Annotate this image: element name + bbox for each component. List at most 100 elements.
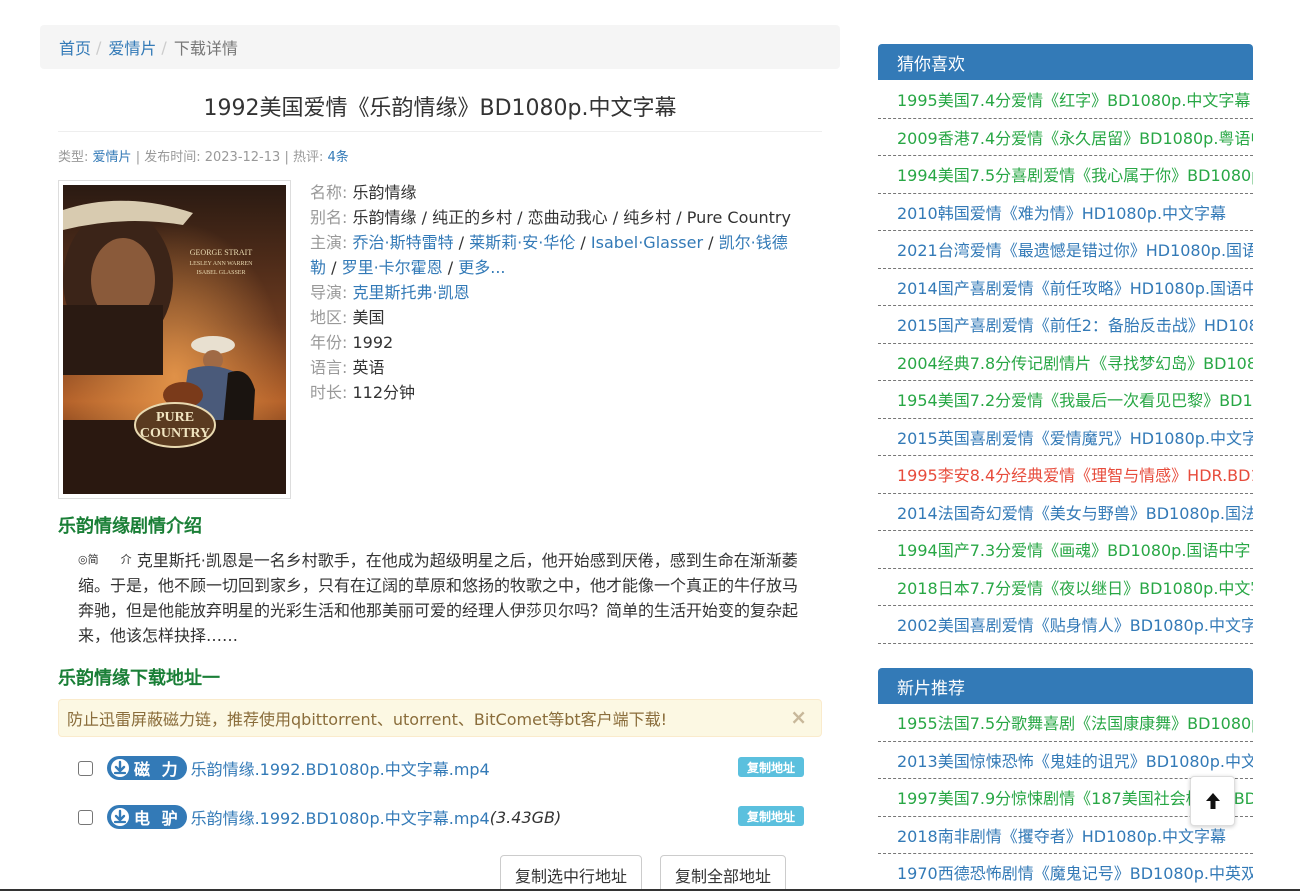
type-link[interactable]: 爱情片 <box>93 150 132 165</box>
download-notice-text: 防止迅雷屏蔽磁力链，推荐使用qbittorrent、utorrent、BitCo… <box>67 710 668 729</box>
download-file-link[interactable]: 乐韵情缘.1992.BD1080p.中文字幕.mp4 <box>191 756 490 780</box>
download-file-link[interactable]: 乐韵情缘.1992.BD1080p.中文字幕.mp4 <box>191 805 490 829</box>
arrow-up-icon <box>1205 793 1220 809</box>
list-item: 2013美国惊悚恐怖《鬼娃的诅咒》BD1080p.中文字幕 <box>878 742 1253 779</box>
poster-logo-line1: PURE <box>156 410 194 425</box>
movie-link[interactable]: 2018日本7.7分爱情《夜以继日》BD1080p.中文字幕 <box>897 575 1253 599</box>
movie-link[interactable]: 1954美国7.2分爱情《我最后一次看见巴黎》BD1080p.中文字幕 <box>897 387 1253 411</box>
movie-link[interactable]: 2021台湾爱情《最遗憾是错过你》HD1080p.国语中字 <box>897 237 1253 261</box>
comments-label: | 热评: <box>284 150 324 165</box>
list-item: 2014法国奇幻爱情《美女与野兽》BD1080p.国法双语中字 <box>878 494 1253 531</box>
cast-more-link[interactable]: 更多... <box>458 258 505 277</box>
cast-link[interactable]: 罗里·卡尔霍恩 <box>342 258 443 277</box>
copy-all-button[interactable]: 复制全部地址 <box>660 855 787 891</box>
download-arrow-icon <box>111 759 129 777</box>
breadcrumb-category-link[interactable]: 爱情片 <box>108 35 156 59</box>
movie-link[interactable]: 2004经典7.8分传记剧情片《寻找梦幻岛》BD1080p.中文字幕 <box>897 350 1253 374</box>
cast-link[interactable]: Isabel·Glasser <box>591 233 703 252</box>
director-link[interactable]: 克里斯托弗·凯恩 <box>353 283 470 302</box>
magnet-badge[interactable]: 磁 力 <box>107 756 187 780</box>
movie-link[interactable]: 2009香港7.4分爱情《永久居留》BD1080p.粤语中字 <box>897 125 1253 149</box>
date-value: 2023-12-13 <box>204 150 281 165</box>
download-arrow-icon <box>111 808 129 826</box>
list-item: 1995美国7.4分爱情《红字》BD1080p.中文字幕 <box>878 81 1253 119</box>
poster-logo-line2: COUNTRY <box>140 426 210 441</box>
cast-link[interactable]: 莱斯莉·安·华伦 <box>469 233 575 252</box>
page-title: 1992美国爱情《乐韵情缘》BD1080p.中文字幕 <box>203 96 677 121</box>
info-year-value: 1992 <box>352 333 394 352</box>
list-item: 1995李安8.4分经典爱情《理智与情感》HDR.BD1080p.中文字幕 <box>878 456 1253 494</box>
list-item: 2018日本7.7分爱情《夜以继日》BD1080p.中文字幕 <box>878 569 1253 606</box>
post-meta: 类型: 爱情片 | 发布时间: 2023-12-13 | 热评: 4条 <box>58 146 349 165</box>
breadcrumb-separator: / <box>96 37 102 57</box>
movie-link[interactable]: 2002美国喜剧爱情《贴身情人》BD1080p.中文字幕 <box>897 612 1253 636</box>
movie-link[interactable]: 2015英国喜剧爱情《爱情魔咒》HD1080p.中文字幕 <box>897 425 1253 449</box>
movie-link[interactable]: 2014法国奇幻爱情《美女与野兽》BD1080p.国法双语中字 <box>897 500 1253 524</box>
info-cast-label: 主演: <box>310 233 348 252</box>
movie-link[interactable]: 2018南非剧情《攫夺者》HD1080p.中文字幕 <box>897 823 1226 847</box>
download-checkbox[interactable] <box>78 760 93 776</box>
breadcrumb-current: 下载详情 <box>173 39 238 58</box>
movie-link[interactable]: 1970西德恐怖剧情《魔鬼记号》BD1080p.中英双字 <box>897 860 1253 884</box>
movie-link[interactable]: 2013美国惊悚恐怖《鬼娃的诅咒》BD1080p.中文字幕 <box>897 748 1253 772</box>
new-releases-heading: 新片推荐 <box>878 668 1253 704</box>
magnet-badge-label: 磁 力 <box>134 760 181 779</box>
info-director-label: 导演: <box>310 283 348 302</box>
copy-address-button[interactable]: 复制地址 <box>737 757 804 777</box>
synopsis-text: ◎简 介 克里斯托·凯恩是一名乡村歌手，在他成为超级明星之后，他开始感到厌倦，感… <box>78 547 808 648</box>
movie-link[interactable]: 1995美国7.4分爱情《红字》BD1080p.中文字幕 <box>897 87 1250 111</box>
info-duration-value: 112分钟 <box>352 383 416 402</box>
info-duration-row: 时长: 112分钟 <box>310 380 800 405</box>
guess-you-like-heading: 猜你喜欢 <box>878 44 1253 80</box>
title-divider <box>58 131 822 132</box>
cast-link[interactable]: 乔治·斯特雷特 <box>353 233 454 252</box>
info-year-label: 年份: <box>310 333 348 352</box>
download-notice: 防止迅雷屏蔽磁力链，推荐使用qbittorrent、utorrent、BitCo… <box>58 699 822 737</box>
copy-address-button[interactable]: 复制地址 <box>737 806 804 826</box>
movie-link[interactable]: 1955法国7.5分歌舞喜剧《法国康康舞》BD1080p.中文字幕 <box>897 710 1253 734</box>
close-icon[interactable]: × <box>790 705 807 729</box>
info-region-label: 地区: <box>310 308 348 327</box>
list-item: 2010韩国爱情《难为情》HD1080p.中文字幕 <box>878 194 1253 231</box>
movie-info: 名称: 乐韵情缘 别名: 乐韵情缘 / 纯正的乡村 / 恋曲动我心 / 纯乡村 … <box>310 180 800 405</box>
list-item: 2009香港7.4分爱情《永久居留》BD1080p.粤语中字 <box>878 119 1253 156</box>
info-alias-label: 别名: <box>310 208 348 227</box>
list-item: 1954美国7.2分爱情《我最后一次看见巴黎》BD1080p.中文字幕 <box>878 381 1253 419</box>
movie-link[interactable]: 1994美国7.5分喜剧爱情《我心属于你》BD1080p.中文字幕 <box>897 162 1253 186</box>
info-name-label: 名称: <box>310 183 348 202</box>
download-row: 电 驴 乐韵情缘.1992.BD1080p.中文字幕.mp4 (3.43GB) … <box>78 802 804 832</box>
copy-selected-button[interactable]: 复制选中行地址 <box>500 855 643 891</box>
info-language-label: 语言: <box>310 358 348 377</box>
movie-link[interactable]: 1995李安8.4分经典爱情《理智与情感》HDR.BD1080p.中文字幕 <box>897 462 1253 486</box>
movie-link[interactable]: 2010韩国爱情《难为情》HD1080p.中文字幕 <box>897 200 1226 224</box>
info-director-row: 导演: 克里斯托弗·凯恩 <box>310 280 800 305</box>
info-language-value: 英语 <box>352 358 385 377</box>
list-item: 2021台湾爱情《最遗憾是错过你》HD1080p.国语中字 <box>878 231 1253 269</box>
list-item: 1955法国7.5分歌舞喜剧《法国康康舞》BD1080p.中文字幕 <box>878 704 1253 742</box>
info-region-value: 美国 <box>352 308 385 327</box>
info-year-row: 年份: 1992 <box>310 330 800 355</box>
breadcrumb-home-link[interactable]: 首页 <box>59 35 91 59</box>
synopsis-body: 克里斯托·凯恩是一名乡村歌手，在他成为超级明星之后，他开始感到厌倦，感到生命在渐… <box>78 551 799 645</box>
guess-you-like-panel: 猜你喜欢 1995美国7.4分爱情《红字》BD1080p.中文字幕 2009香港7… <box>878 44 1253 644</box>
info-region-row: 地区: 美国 <box>310 305 800 330</box>
info-cast-row: 主演: 乔治·斯特雷特 / 莱斯莉·安·华伦 / Isabel·Glasser … <box>310 233 788 277</box>
info-name-row: 名称: 乐韵情缘 <box>310 180 800 205</box>
synopsis-bullet: ◎简 介 <box>78 553 132 566</box>
breadcrumb-separator: / <box>161 37 167 57</box>
download-checkbox[interactable] <box>78 809 93 825</box>
ed2k-badge[interactable]: 电 驴 <box>107 805 187 829</box>
comments-link[interactable]: 4条 <box>327 150 348 165</box>
list-item: 2014国产喜剧爱情《前任攻略》HD1080p.国语中字 <box>878 269 1253 306</box>
file-size: (3.43GB) <box>489 807 562 827</box>
movie-link[interactable]: 1994国产7.3分爱情《画魂》BD1080p.国语中字 <box>897 537 1250 561</box>
movie-poster: GEORGE STRAIT LESLEY ANN WARREN ISABEL G… <box>58 180 291 499</box>
movie-link[interactable]: 2014国产喜剧爱情《前任攻略》HD1080p.国语中字 <box>897 275 1253 299</box>
info-name-value: 乐韵情缘 <box>352 183 417 202</box>
movie-link[interactable]: 2015国产喜剧爱情《前任2：备胎反击战》HD1080p.国语中字 <box>897 312 1253 336</box>
list-item: 2015英国喜剧爱情《爱情魔咒》HD1080p.中文字幕 <box>878 419 1253 456</box>
list-item: 2002美国喜剧爱情《贴身情人》BD1080p.中文字幕 <box>878 606 1253 644</box>
back-to-top-button[interactable] <box>1190 776 1235 826</box>
download-heading: 乐韵情缘下载地址一 <box>58 668 220 689</box>
date-label: | 发布时间: <box>135 150 201 165</box>
